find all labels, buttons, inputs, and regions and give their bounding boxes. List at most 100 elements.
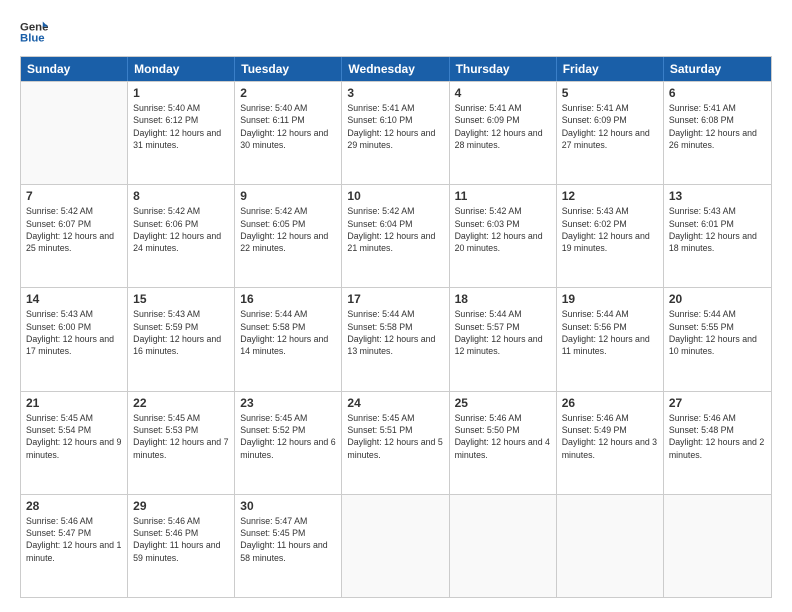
day-cell-6: 6 Sunrise: 5:41 AMSunset: 6:08 PMDaylight… [664, 82, 771, 184]
day-number: 26 [562, 396, 658, 410]
day-info: Sunrise: 5:44 AMSunset: 5:58 PMDaylight:… [240, 308, 336, 357]
day-number: 28 [26, 499, 122, 513]
day-number: 11 [455, 189, 551, 203]
day-number: 9 [240, 189, 336, 203]
day-info: Sunrise: 5:45 AMSunset: 5:53 PMDaylight:… [133, 412, 229, 461]
day-cell-1: 1 Sunrise: 5:40 AMSunset: 6:12 PMDaylight… [128, 82, 235, 184]
empty-cell [450, 495, 557, 597]
day-number: 12 [562, 189, 658, 203]
svg-text:Blue: Blue [20, 33, 45, 45]
day-info: Sunrise: 5:42 AMSunset: 6:06 PMDaylight:… [133, 205, 229, 254]
day-number: 8 [133, 189, 229, 203]
day-info: Sunrise: 5:44 AMSunset: 5:56 PMDaylight:… [562, 308, 658, 357]
day-number: 13 [669, 189, 766, 203]
day-number: 30 [240, 499, 336, 513]
day-info: Sunrise: 5:41 AMSunset: 6:10 PMDaylight:… [347, 102, 443, 151]
day-cell-7: 7Sunrise: 5:42 AMSunset: 6:07 PMDaylight… [21, 185, 128, 287]
day-info: Sunrise: 5:45 AMSunset: 5:51 PMDaylight:… [347, 412, 443, 461]
day-cell-26: 26 Sunrise: 5:46 AMSunset: 5:49 PMDayligh… [557, 392, 664, 494]
day-number: 16 [240, 292, 336, 306]
empty-cell [342, 495, 449, 597]
page: General Blue SundayMondayTuesdayWednesda… [0, 0, 792, 612]
day-info: Sunrise: 5:46 AMSunset: 5:50 PMDaylight:… [455, 412, 551, 461]
day-info: Sunrise: 5:43 AMSunset: 5:59 PMDaylight:… [133, 308, 229, 357]
day-cell-4: 4Sunrise: 5:41 AMSunset: 6:09 PMDaylight… [450, 82, 557, 184]
day-info: Sunrise: 5:41 AMSunset: 6:09 PMDaylight:… [562, 102, 658, 151]
header-day-sunday: Sunday [21, 57, 128, 81]
day-info: Sunrise: 5:45 AMSunset: 5:52 PMDaylight:… [240, 412, 336, 461]
day-cell-13: 13 Sunrise: 5:43 AMSunset: 6:01 PMDayligh… [664, 185, 771, 287]
logo-icon: General Blue [20, 18, 48, 46]
day-number: 24 [347, 396, 443, 410]
calendar-body: 1 Sunrise: 5:40 AMSunset: 6:12 PMDaylight… [21, 81, 771, 597]
day-info: Sunrise: 5:44 AMSunset: 5:58 PMDaylight:… [347, 308, 443, 357]
day-info: Sunrise: 5:47 AMSunset: 5:45 PMDaylight:… [240, 515, 336, 564]
day-cell-23: 23 Sunrise: 5:45 AMSunset: 5:52 PMDayligh… [235, 392, 342, 494]
day-cell-24: 24 Sunrise: 5:45 AMSunset: 5:51 PMDayligh… [342, 392, 449, 494]
day-info: Sunrise: 5:42 AMSunset: 6:05 PMDaylight:… [240, 205, 336, 254]
header-day-tuesday: Tuesday [235, 57, 342, 81]
day-cell-19: 19 Sunrise: 5:44 AMSunset: 5:56 PMDayligh… [557, 288, 664, 390]
day-info: Sunrise: 5:42 AMSunset: 6:04 PMDaylight:… [347, 205, 443, 254]
day-number: 4 [455, 86, 551, 100]
header-day-saturday: Saturday [664, 57, 771, 81]
header-day-friday: Friday [557, 57, 664, 81]
day-number: 27 [669, 396, 766, 410]
day-number: 20 [669, 292, 766, 306]
day-info: Sunrise: 5:44 AMSunset: 5:55 PMDaylight:… [669, 308, 766, 357]
day-cell-29: 29Sunrise: 5:46 AMSunset: 5:46 PMDayligh… [128, 495, 235, 597]
day-cell-28: 28 Sunrise: 5:46 AMSunset: 5:47 PMDayligh… [21, 495, 128, 597]
day-cell-30: 30 Sunrise: 5:47 AMSunset: 5:45 PMDayligh… [235, 495, 342, 597]
week-row-1: 1 Sunrise: 5:40 AMSunset: 6:12 PMDaylight… [21, 81, 771, 184]
empty-cell [21, 82, 128, 184]
day-cell-18: 18Sunrise: 5:44 AMSunset: 5:57 PMDayligh… [450, 288, 557, 390]
day-number: 23 [240, 396, 336, 410]
day-cell-27: 27 Sunrise: 5:46 AMSunset: 5:48 PMDayligh… [664, 392, 771, 494]
day-cell-8: 8 Sunrise: 5:42 AMSunset: 6:06 PMDaylight… [128, 185, 235, 287]
day-info: Sunrise: 5:41 AMSunset: 6:08 PMDaylight:… [669, 102, 766, 151]
day-cell-11: 11 Sunrise: 5:42 AMSunset: 6:03 PMDayligh… [450, 185, 557, 287]
header: General Blue [20, 18, 772, 46]
empty-cell [664, 495, 771, 597]
day-number: 1 [133, 86, 229, 100]
day-info: Sunrise: 5:43 AMSunset: 6:02 PMDaylight:… [562, 205, 658, 254]
week-row-4: 21Sunrise: 5:45 AMSunset: 5:54 PMDayligh… [21, 391, 771, 494]
day-cell-16: 16 Sunrise: 5:44 AMSunset: 5:58 PMDayligh… [235, 288, 342, 390]
week-row-3: 14Sunrise: 5:43 AMSunset: 6:00 PMDayligh… [21, 287, 771, 390]
day-info: Sunrise: 5:46 AMSunset: 5:48 PMDaylight:… [669, 412, 766, 461]
week-row-5: 28 Sunrise: 5:46 AMSunset: 5:47 PMDayligh… [21, 494, 771, 597]
day-number: 29 [133, 499, 229, 513]
day-number: 25 [455, 396, 551, 410]
header-day-wednesday: Wednesday [342, 57, 449, 81]
day-number: 7 [26, 189, 122, 203]
day-info: Sunrise: 5:40 AMSunset: 6:12 PMDaylight:… [133, 102, 229, 151]
day-cell-5: 5 Sunrise: 5:41 AMSunset: 6:09 PMDaylight… [557, 82, 664, 184]
day-cell-15: 15Sunrise: 5:43 AMSunset: 5:59 PMDayligh… [128, 288, 235, 390]
day-cell-21: 21Sunrise: 5:45 AMSunset: 5:54 PMDayligh… [21, 392, 128, 494]
day-number: 6 [669, 86, 766, 100]
calendar: SundayMondayTuesdayWednesdayThursdayFrid… [20, 56, 772, 598]
empty-cell [557, 495, 664, 597]
day-number: 17 [347, 292, 443, 306]
logo: General Blue [20, 18, 48, 46]
header-day-thursday: Thursday [450, 57, 557, 81]
day-cell-12: 12 Sunrise: 5:43 AMSunset: 6:02 PMDayligh… [557, 185, 664, 287]
day-number: 22 [133, 396, 229, 410]
day-info: Sunrise: 5:43 AMSunset: 6:01 PMDaylight:… [669, 205, 766, 254]
day-number: 19 [562, 292, 658, 306]
day-number: 2 [240, 86, 336, 100]
day-info: Sunrise: 5:40 AMSunset: 6:11 PMDaylight:… [240, 102, 336, 151]
day-cell-14: 14Sunrise: 5:43 AMSunset: 6:00 PMDayligh… [21, 288, 128, 390]
day-number: 5 [562, 86, 658, 100]
day-info: Sunrise: 5:42 AMSunset: 6:03 PMDaylight:… [455, 205, 551, 254]
week-row-2: 7Sunrise: 5:42 AMSunset: 6:07 PMDaylight… [21, 184, 771, 287]
day-number: 10 [347, 189, 443, 203]
day-cell-17: 17 Sunrise: 5:44 AMSunset: 5:58 PMDayligh… [342, 288, 449, 390]
day-info: Sunrise: 5:43 AMSunset: 6:00 PMDaylight:… [26, 308, 122, 357]
day-cell-22: 22 Sunrise: 5:45 AMSunset: 5:53 PMDayligh… [128, 392, 235, 494]
day-number: 18 [455, 292, 551, 306]
day-info: Sunrise: 5:46 AMSunset: 5:49 PMDaylight:… [562, 412, 658, 461]
day-info: Sunrise: 5:46 AMSunset: 5:47 PMDaylight:… [26, 515, 122, 564]
header-day-monday: Monday [128, 57, 235, 81]
calendar-header: SundayMondayTuesdayWednesdayThursdayFrid… [21, 57, 771, 81]
